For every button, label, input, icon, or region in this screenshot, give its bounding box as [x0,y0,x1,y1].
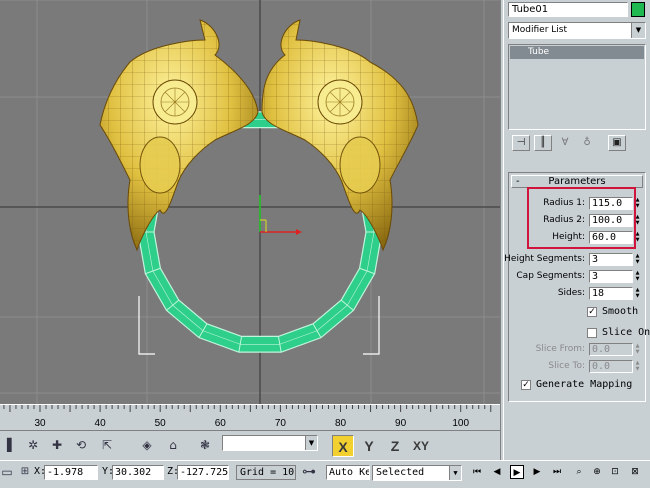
status-bar: ▭ ⊞ X: -1.978 Y: 30.302 Z: -127.725 Grid… [0,460,650,488]
sides-input[interactable]: 18 [589,287,633,300]
scale-icon[interactable]: ⇱ [96,434,118,456]
gas-mask-right[interactable] [261,19,419,252]
modifier-stack[interactable]: Tube [508,44,646,130]
render-icon[interactable]: ◈ [136,434,158,456]
viewport-canvas [0,0,500,404]
spinner-icon[interactable]: ▲ ▼ [634,343,641,356]
spinner-icon[interactable]: ▲ ▼ [634,253,641,266]
param-label: Height Segments: [504,254,585,264]
select-by-name-icon[interactable]: ✲ [22,434,44,456]
modifier-list-label: Modifier List [512,25,567,35]
slice-on-label: Slice On [602,327,650,338]
object-color-swatch[interactable] [631,2,645,17]
ruler-label: 50 [155,418,167,429]
slice-to-input[interactable]: 0.0 [589,360,633,373]
ruler-label: 70 [275,418,287,429]
timeline-ruler[interactable]: 30 40 50 60 70 80 90 100 [0,404,500,430]
move-icon[interactable]: ✚ [46,434,68,456]
absolute-mode-icon[interactable]: ⊞ [14,461,36,483]
stack-item-tube[interactable]: Tube [510,46,644,59]
next-frame-icon[interactable]: ▶ [530,465,544,479]
key-filter-value: Selected [376,467,425,478]
transform-gizmo[interactable] [259,195,302,235]
param-label: Slice To: [548,361,585,371]
param-slice-to: Slice To: 0.0 ▲ ▼ [509,360,647,374]
remove-modifier-icon[interactable]: ♁ [578,135,596,151]
modifier-list-dropdown[interactable]: Modifier List ▼ [508,22,646,39]
zoom-icon[interactable]: ⌕ [572,465,586,479]
ruler-canvas: 30 40 50 60 70 80 90 100 [3,405,492,429]
x-coordinate-field[interactable]: -1.978 [44,465,98,480]
previous-frame-icon[interactable]: ◀ [490,465,504,479]
grid-size-readout: Grid = 10 [236,465,296,480]
ruler-label: 60 [215,418,227,429]
spinner-icon[interactable]: ▲ ▼ [634,360,641,373]
param-label: Sides: [557,288,585,298]
ruler-label: 40 [95,418,107,429]
pin-stack-icon[interactable]: ⊣ [512,135,530,151]
object-name-field[interactable]: Tube01 [508,2,628,17]
param-label: Slice From: [535,344,585,354]
stack-toolbar: ⊣ ║ ∀ ♁ ▣ [512,134,646,152]
auto-key-button[interactable]: Auto Key [326,465,370,480]
key-filter-dropdown[interactable]: Selected ▼ [372,465,462,481]
cap-segments-input[interactable]: 3 [589,270,633,283]
zoom-extents-icon[interactable]: ⊡ [608,465,622,479]
make-unique-icon[interactable]: ∀ [556,135,574,151]
ruler-label: 100 [452,418,469,429]
perspective-viewport[interactable] [0,0,500,404]
play-icon[interactable]: ▶ [510,465,524,479]
param-slice-from: Slice From: 0.0 ▲ ▼ [509,343,647,357]
rotate-icon[interactable]: ⟲ [70,434,92,456]
param-height-segments: Height Segments: 3 ▲ ▼ [504,253,647,267]
spinner-icon[interactable]: ▲ ▼ [634,270,641,283]
rollout-toggle[interactable]: - [516,176,520,187]
rollout-title: Parameters [548,176,606,187]
param-sides: Sides: 18 ▲ ▼ [509,287,647,301]
slice-from-input[interactable]: 0.0 [589,343,633,356]
go-to-start-icon[interactable]: ⏮ [470,465,484,479]
ruler-label: 30 [34,418,46,429]
generate-mapping-label: Generate Mapping [536,379,633,390]
show-end-result-icon[interactable]: ║ [534,135,552,151]
smooth-label: Smooth [602,306,639,317]
chevron-down-icon[interactable]: ▼ [631,23,645,38]
bottom-toolbar: ▐ ✲ ✚ ⟲ ⇱ ◈ ⌂ ❃ ▼ X Y Z XY [0,430,500,460]
height-segments-input[interactable]: 3 [589,253,633,266]
slice-on-checkbox[interactable] [587,328,597,338]
ruler-label: 80 [335,418,347,429]
ruler-label: 90 [395,418,407,429]
gas-mask-left[interactable] [99,19,259,252]
y-coordinate-field[interactable]: 30.302 [112,465,164,480]
chevron-down-icon[interactable]: ▼ [449,466,461,480]
named-selection-dropdown[interactable]: ▼ [222,435,318,451]
zoom-extents-all-icon[interactable]: ⊠ [628,465,642,479]
zoom-all-icon[interactable]: ⊕ [590,465,604,479]
spinner-icon[interactable]: ▲ ▼ [634,287,641,300]
axis-xy-button[interactable]: XY [408,435,434,457]
axis-x-button[interactable]: X [332,435,354,457]
param-cap-segments: Cap Segments: 3 ▲ ▼ [509,270,647,284]
select-object-icon[interactable]: ▐ [0,434,18,456]
go-to-end-icon[interactable]: ⏭ [550,465,564,479]
z-coordinate-field[interactable]: -127.725 [177,465,229,480]
smooth-checkbox[interactable]: ✓ [587,307,597,317]
axis-z-button[interactable]: Z [384,435,406,457]
highlight-box [527,187,636,249]
axis-y-button[interactable]: Y [358,435,380,457]
material-editor-icon[interactable]: ⌂ [162,434,184,456]
chevron-down-icon[interactable]: ▼ [305,436,317,450]
generate-mapping-checkbox[interactable]: ✓ [521,380,531,390]
particle-icon[interactable]: ❃ [194,434,216,456]
param-label: Cap Segments: [516,271,585,281]
configure-sets-icon[interactable]: ▣ [608,135,626,151]
key-icon[interactable]: ⊶ [298,461,320,483]
